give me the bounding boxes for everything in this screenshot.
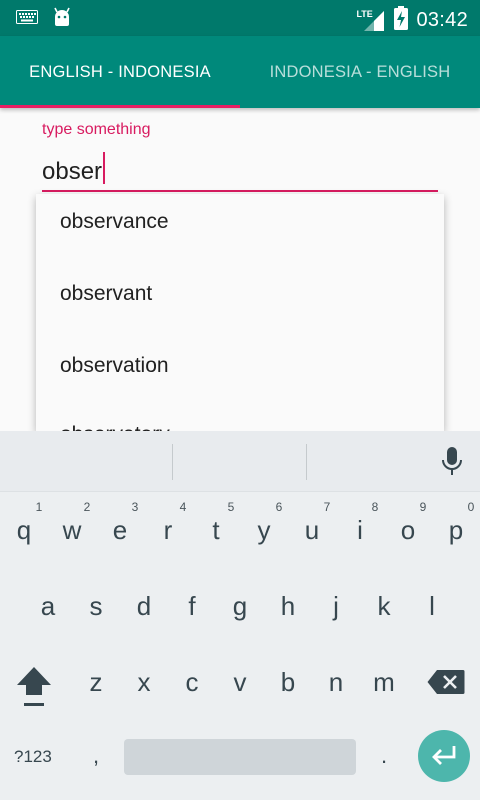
search-input[interactable]: obser [42, 152, 438, 192]
key-hint: 9 [419, 500, 427, 514]
strip-divider [172, 444, 173, 480]
strip-divider [306, 444, 307, 480]
suggestion-dropdown: observance observant observation observa… [36, 194, 444, 431]
suggestion-item[interactable]: observation [60, 354, 169, 378]
status-bar: LTE 03:42 [0, 0, 480, 36]
key-w[interactable]: w [48, 515, 96, 546]
key-v[interactable]: v [216, 667, 264, 698]
key-s[interactable]: s [72, 591, 120, 622]
key-e[interactable]: e [96, 515, 144, 546]
key-f[interactable]: f [168, 591, 216, 622]
key-hint: 4 [179, 500, 187, 514]
key-o[interactable]: o [384, 515, 432, 546]
key-l[interactable]: l [408, 591, 456, 622]
clock: 03:42 [416, 9, 468, 31]
key-h[interactable]: h [264, 591, 312, 622]
key-hint: 6 [275, 500, 283, 514]
suggestion-item[interactable]: observatory [60, 423, 170, 431]
tab-bar: ENGLISH - INDONESIA INDONESIA - ENGLISH [0, 36, 480, 108]
key-hint: 5 [227, 500, 235, 514]
key-hint: 8 [371, 500, 379, 514]
symbols-key[interactable]: ?123 [14, 747, 52, 767]
key-d[interactable]: d [120, 591, 168, 622]
soft-keyboard: 1 2 3 4 5 6 7 8 9 0 q w e r t y u i o p … [0, 431, 480, 800]
search-input-value: obser [42, 158, 103, 185]
key-t[interactable]: t [192, 515, 240, 546]
suggestion-item[interactable]: observant [60, 282, 152, 306]
key-u[interactable]: u [288, 515, 336, 546]
enter-button[interactable] [418, 730, 470, 782]
tab-english-indonesia[interactable]: ENGLISH - INDONESIA [0, 36, 240, 108]
text-cursor [103, 152, 106, 184]
search-underline [42, 190, 438, 192]
key-period[interactable]: . [360, 743, 408, 769]
key-r[interactable]: r [144, 515, 192, 546]
key-hint: 0 [467, 500, 475, 514]
key-x[interactable]: x [120, 667, 168, 698]
key-b[interactable]: b [264, 667, 312, 698]
key-hint: 2 [83, 500, 91, 514]
key-hint: 3 [131, 500, 139, 514]
key-q[interactable]: q [0, 515, 48, 546]
suggestion-item[interactable]: observance [60, 210, 169, 234]
key-z[interactable]: z [72, 667, 120, 698]
key-c[interactable]: c [168, 667, 216, 698]
key-a[interactable]: a [24, 591, 72, 622]
android-icon [52, 7, 72, 32]
signal-icon: LTE [356, 9, 386, 33]
search-label: type something [42, 121, 151, 138]
enter-arrow-icon [430, 744, 458, 773]
key-p[interactable]: p [432, 515, 480, 546]
key-j[interactable]: j [312, 591, 360, 622]
tab-indicator [0, 105, 240, 108]
key-hint: 1 [35, 500, 43, 514]
key-y[interactable]: y [240, 515, 288, 546]
key-m[interactable]: m [360, 667, 408, 698]
battery-charging-icon [394, 6, 409, 35]
microphone-icon[interactable] [441, 447, 463, 482]
key-g[interactable]: g [216, 591, 264, 622]
space-bar[interactable] [124, 739, 356, 775]
key-hint: 7 [323, 500, 331, 514]
tab-indonesia-english[interactable]: INDONESIA - ENGLISH [240, 36, 480, 108]
backspace-icon[interactable] [427, 669, 465, 700]
key-comma[interactable]: , [72, 743, 120, 769]
key-k[interactable]: k [360, 591, 408, 622]
keyboard-icon [16, 10, 38, 29]
key-i[interactable]: i [336, 515, 384, 546]
shift-icon[interactable] [15, 665, 53, 712]
suggestion-strip [0, 431, 480, 492]
key-n[interactable]: n [312, 667, 360, 698]
